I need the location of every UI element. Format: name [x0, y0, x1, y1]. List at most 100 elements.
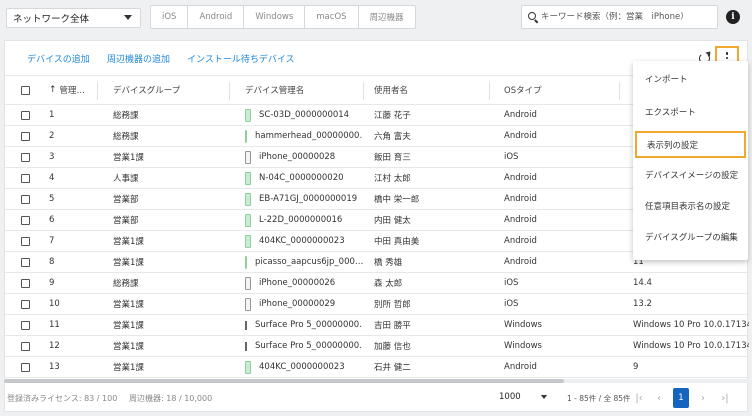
- laptop-icon: [245, 341, 247, 351]
- smartphone-icon: [245, 192, 251, 206]
- column-header-device-name[interactable]: デバイス管理名: [245, 76, 304, 104]
- cell-group: 営業1課: [113, 237, 144, 247]
- cell-user: 吉田 勝平: [374, 321, 411, 331]
- cell-os: Android: [504, 110, 537, 120]
- menu-item-export[interactable]: エクスポート: [633, 98, 748, 125]
- cell-no: 9: [49, 278, 55, 288]
- os-filter-windows[interactable]: Windows: [244, 6, 306, 28]
- cell-no: 11: [49, 320, 60, 330]
- cell-device: Surface Pro 5_00000000…: [245, 336, 363, 356]
- current-page-button[interactable]: 1: [673, 388, 689, 408]
- column-header-no[interactable]: ↑ 管理…: [49, 76, 85, 104]
- last-page-icon[interactable]: ›|: [717, 388, 733, 408]
- column-header-group[interactable]: デバイスグループ: [113, 76, 180, 104]
- row-checkbox[interactable]: [21, 152, 30, 162]
- cell-user: 橋中 栄一郎: [374, 195, 420, 205]
- search-input[interactable]: [541, 12, 711, 22]
- row-checkbox[interactable]: [21, 110, 30, 120]
- column-divider[interactable]: [489, 82, 490, 100]
- row-checkbox[interactable]: [21, 299, 30, 309]
- add-peripheral-link[interactable]: 周辺機器の追加: [107, 52, 170, 65]
- row-checkbox[interactable]: [21, 320, 30, 330]
- table-row[interactable]: 13 営業1課 404KC_0000000023 石井 健二 Android 9: [5, 357, 749, 378]
- cell-device: picasso_aapcus6jp_000…: [245, 252, 363, 272]
- row-checkbox[interactable]: [21, 194, 30, 204]
- table-footer: 登録済みライセンス: 83 / 100 周辺機器: 18 / 10,000 10…: [4, 384, 748, 412]
- column-divider[interactable]: [97, 82, 98, 100]
- cell-group: 人事課: [113, 174, 139, 184]
- menu-item-edit-device-groups[interactable]: デバイスグループの編集: [633, 223, 748, 250]
- cell-user: 森 太郎: [374, 279, 403, 289]
- more-actions-menu: インポート エクスポート 表示列の設定 デバイスイメージの設定 任意項目表示名の…: [633, 61, 748, 260]
- cell-os: Windows: [504, 320, 542, 330]
- row-checkbox[interactable]: [21, 215, 30, 225]
- menu-item-custom-field-names[interactable]: 任意項目表示名の設定: [633, 192, 748, 219]
- cell-group: 営業1課: [113, 342, 144, 352]
- cell-device: N-04C_0000000020: [245, 168, 344, 188]
- smartphone-icon: [245, 213, 251, 227]
- cell-user: 石井 健二: [374, 363, 411, 373]
- os-filter-android[interactable]: Android: [188, 6, 245, 28]
- table-row[interactable]: 10 営業1課 iPhone_00000029 別所 哲郎 iOS 13.2: [5, 294, 749, 315]
- cell-no: 3: [49, 152, 55, 162]
- cell-device: SC-03D_0000000014: [245, 105, 349, 125]
- info-icon[interactable]: i: [726, 10, 740, 24]
- add-device-link[interactable]: デバイスの追加: [27, 52, 90, 65]
- install-waiting-link[interactable]: インストール待ちデバイス: [187, 52, 295, 65]
- cell-no: 10: [49, 299, 60, 309]
- scrollbar-thumb[interactable]: [4, 379, 564, 383]
- row-checkbox[interactable]: [21, 131, 30, 141]
- cell-user: 橋 秀雄: [374, 258, 403, 268]
- kebab-dot-icon: [725, 56, 729, 60]
- cell-os: iOS: [504, 152, 519, 162]
- table-row[interactable]: 9 総務課 iPhone_00000026 森 太郎 iOS 14.4: [5, 273, 749, 294]
- smartphone-icon: [245, 171, 251, 185]
- cell-group: 営業1課: [113, 363, 144, 373]
- horizontal-scrollbar[interactable]: [4, 379, 748, 383]
- table-row[interactable]: 12 営業1課 Surface Pro 5_00000000… 加藤 信也 Window…: [5, 336, 749, 357]
- kebab-dot-icon: [725, 52, 729, 55]
- menu-item-column-settings[interactable]: 表示列の設定: [635, 131, 746, 158]
- cell-os: Android: [504, 215, 537, 225]
- cell-osver: Windows 10 Pro 10.0.17134: [633, 341, 749, 351]
- cell-osver: 9: [633, 362, 639, 372]
- row-checkbox[interactable]: [21, 173, 30, 183]
- search-box: [521, 5, 718, 29]
- cell-device: EB-A71GJ_0000000019: [245, 189, 357, 209]
- cell-os: Android: [504, 173, 537, 183]
- menu-item-device-image-settings[interactable]: デバイスイメージの設定: [633, 161, 748, 188]
- column-divider[interactable]: [363, 82, 364, 100]
- os-filter-peripheral[interactable]: 周辺機器: [359, 6, 415, 28]
- network-select-value: ネットワーク全体: [13, 14, 90, 25]
- column-header-os-type[interactable]: OSタイプ: [504, 76, 542, 104]
- os-filter-ios[interactable]: iOS: [151, 6, 189, 28]
- top-bar: ネットワーク全体 iOS Android Windows macOS 周辺機器 …: [0, 0, 752, 36]
- row-checkbox[interactable]: [21, 362, 30, 372]
- column-divider[interactable]: [619, 82, 620, 100]
- row-checkbox[interactable]: [21, 257, 30, 267]
- os-filter-group: iOS Android Windows macOS 周辺機器: [150, 5, 416, 29]
- next-page-icon[interactable]: ›: [695, 388, 711, 408]
- cell-no: 12: [49, 341, 60, 351]
- page-size-select[interactable]: 1000: [495, 387, 553, 407]
- table-row[interactable]: 11 営業1課 Surface Pro 5_00000000… 吉田 勝平 Window…: [5, 315, 749, 336]
- column-divider[interactable]: [229, 82, 230, 100]
- menu-item-import[interactable]: インポート: [633, 65, 748, 92]
- row-checkbox[interactable]: [21, 341, 30, 351]
- cell-device: iPhone_00000029: [245, 294, 335, 314]
- row-checkbox[interactable]: [21, 236, 30, 246]
- column-header-user[interactable]: 使用者名: [374, 76, 408, 104]
- smartphone-icon: [245, 360, 251, 374]
- first-page-icon[interactable]: |‹: [631, 388, 647, 408]
- cell-no: 8: [49, 257, 55, 267]
- cell-group: 総務課: [113, 279, 139, 289]
- os-filter-macos[interactable]: macOS: [305, 6, 359, 28]
- cell-os: Android: [504, 362, 537, 372]
- row-checkbox[interactable]: [21, 278, 30, 288]
- smartphone-icon: [245, 108, 251, 122]
- select-all-checkbox[interactable]: [21, 85, 30, 95]
- network-select[interactable]: ネットワーク全体: [6, 8, 141, 28]
- cell-group: 総務課: [113, 111, 139, 121]
- laptop-icon: [245, 320, 247, 330]
- prev-page-icon[interactable]: ‹: [651, 388, 667, 408]
